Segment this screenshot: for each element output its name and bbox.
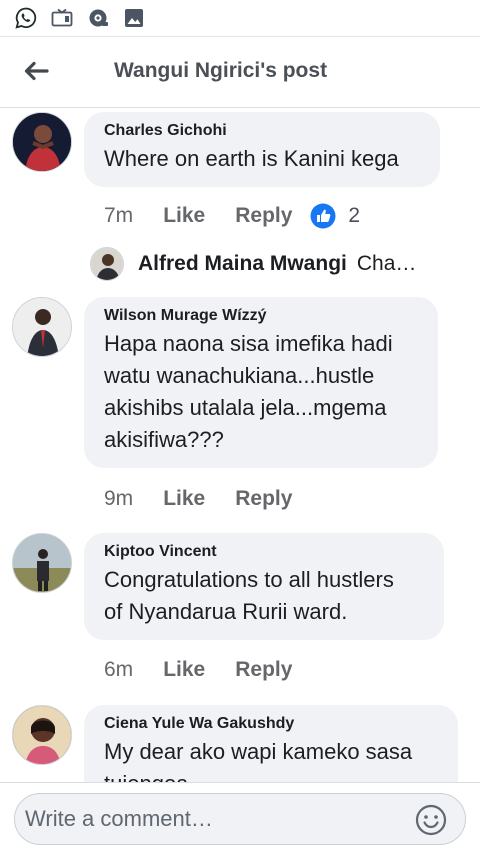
comment-actions: 9m Like Reply	[104, 484, 310, 514]
profile-photo	[13, 113, 71, 171]
avatar[interactable]	[12, 297, 72, 357]
comment-text-line: akisifiwa???	[104, 427, 224, 452]
reply-preview[interactable]: Alfred Maina Mwangi Cha…	[90, 246, 450, 282]
comment-bubble[interactable]: Kiptoo Vincent Congratulations to all hu…	[84, 533, 444, 640]
comment-author[interactable]: Ciena Yule Wa Gakushdy	[104, 715, 440, 733]
comment-bubble[interactable]: Wilson Murage Wízzý Hapa naona sisa imef…	[84, 297, 438, 468]
comment-text-line: tuiongoa	[104, 768, 440, 782]
reaction-count: 2	[348, 204, 361, 227]
media-icon	[51, 8, 73, 27]
comment-text-line: watu wanachukiana...hustle	[104, 363, 375, 388]
status-bar	[0, 0, 480, 36]
comment-author[interactable]: Charles Gichohi	[104, 122, 422, 140]
smiley-icon[interactable]	[414, 803, 448, 837]
camera-lens-icon	[89, 9, 108, 27]
comment-text-line: My dear ako wapi kameko sasa	[104, 739, 413, 764]
like-button[interactable]: Like	[163, 487, 205, 511]
reply-author[interactable]: Alfred Maina Mwangi	[138, 252, 347, 276]
comment-bubble[interactable]: Ciena Yule Wa Gakushdy My dear ako wapi …	[84, 705, 458, 782]
gallery-icon	[125, 9, 143, 27]
comment-timestamp: 9m	[104, 487, 134, 510]
reply-button[interactable]: Reply	[235, 204, 292, 228]
avatar[interactable]	[12, 112, 72, 172]
comment-text-line: akishibs utalala jela...mgema	[104, 395, 387, 420]
reaction-summary[interactable]: 2	[310, 203, 360, 229]
like-button[interactable]: Like	[163, 658, 205, 682]
comment-text-line: of Nyandarua Rurii ward.	[104, 599, 348, 624]
comment-text-line: Congratulations to all hustlers	[104, 567, 394, 592]
comment-author[interactable]: Wilson Murage Wízzý	[104, 307, 420, 325]
whatsapp-icon	[15, 7, 37, 29]
comment-author[interactable]: Kiptoo Vincent	[104, 543, 426, 561]
comment-text-line: Hapa naona sisa imefika hadi	[104, 331, 393, 356]
reply-button[interactable]: Reply	[235, 487, 292, 511]
profile-photo	[13, 706, 71, 764]
comment-timestamp: 6m	[104, 658, 134, 681]
comment-timestamp: 7m	[104, 204, 134, 227]
page-title: Wangui Ngirici's post	[114, 59, 328, 82]
reply-snippet: Cha…	[356, 252, 417, 275]
comment-feed[interactable]: Charles Gichohi Where on earth is Kanini…	[0, 108, 480, 782]
profile-photo	[13, 534, 71, 592]
comment-input[interactable]	[14, 793, 466, 845]
profile-photo	[91, 248, 123, 280]
comment-composer	[0, 782, 480, 854]
arrow-left-icon	[24, 61, 49, 81]
comment-actions: 6m Like Reply	[104, 655, 310, 685]
comment-bubble[interactable]: Charles Gichohi Where on earth is Kanini…	[84, 112, 440, 187]
avatar[interactable]	[12, 705, 72, 765]
profile-photo	[13, 298, 71, 356]
comment-text: Where on earth is Kanini kega	[104, 146, 399, 171]
thumbs-up-icon	[310, 203, 336, 229]
comment-actions: 7m Like Reply 2	[104, 201, 360, 231]
post-header: Wangui Ngirici's post	[0, 36, 480, 108]
like-button[interactable]: Like	[163, 204, 205, 228]
avatar[interactable]	[12, 533, 72, 593]
back-button[interactable]	[14, 53, 58, 89]
reply-button[interactable]: Reply	[235, 658, 292, 682]
reply-avatar[interactable]	[90, 247, 124, 281]
